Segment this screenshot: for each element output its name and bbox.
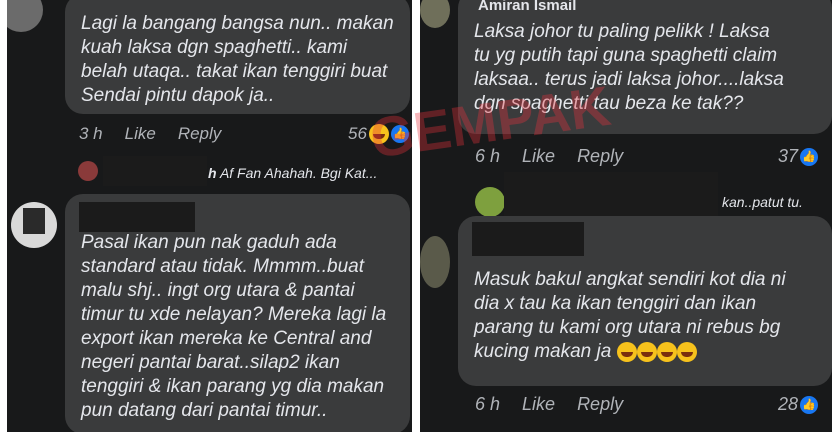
comment-line: laksaa.. terus jadi laksa johor....laksa: [474, 69, 784, 90]
right-screenshot-panel: Amiran Ismail Laksa johor tu paling peli…: [420, 0, 832, 432]
commenter-name[interactable]: Amiran Ismail: [478, 0, 576, 18]
comment-line: kuah laksa dgn spaghetti.. kami: [81, 37, 348, 58]
comment-bubble-laksa-spaghetti: Lagi la bangang bangsa nun.. makan kuah …: [65, 0, 410, 114]
reaction-number: 56: [348, 124, 367, 143]
redacted-name: [504, 172, 718, 216]
like-button[interactable]: Like: [522, 394, 555, 415]
comment-line: Lagi la bangang bangsa nun.. makan: [81, 13, 394, 34]
comment-line: kucing makan ja: [474, 340, 786, 364]
laughing-emoji-icon: [636, 341, 657, 362]
avatar[interactable]: [7, 0, 43, 32]
laughing-emoji-icon: [656, 341, 677, 362]
timestamp[interactable]: 3 h: [79, 124, 103, 144]
comment-line: tu yg putih tapi guna spaghetti claim: [474, 45, 778, 66]
avatar[interactable]: [11, 202, 57, 248]
laughing-emoji-icon: [616, 341, 637, 362]
avatar[interactable]: [475, 187, 505, 217]
comment-line: negeri pantai barat..silap2 ikan: [81, 352, 340, 373]
redacted-name: [472, 222, 584, 256]
comment-actions: 6 h Like Reply: [475, 146, 623, 167]
reply-button[interactable]: Reply: [577, 146, 623, 167]
reply-preview[interactable]: h Af Fan Ahahah. Bgi Kat...: [208, 165, 377, 181]
comment-bubble-laksa-johor: Amiran Ismail Laksa johor tu paling peli…: [458, 0, 832, 134]
comment-text: kucing makan ja: [474, 341, 612, 362]
redacted-name: [103, 156, 207, 186]
comment-line: parang tu kami org utara ni rebus bg: [474, 317, 781, 338]
reaction-count[interactable]: 56 👍: [348, 124, 409, 144]
comment-bubble-pasal-ikan: Pasal ikan pun nak gaduh ada standard at…: [65, 194, 410, 432]
comment-line: export ikan mereka ke Central and: [81, 328, 372, 349]
comment-bubble-masuk-bakul: Masuk bakul angkat sendiri kot dia ni di…: [458, 216, 832, 386]
timestamp[interactable]: 6 h: [475, 394, 500, 415]
reaction-count[interactable]: 28 👍: [778, 394, 819, 415]
reply-button[interactable]: Reply: [577, 394, 623, 415]
comment-line: tenggiri & ikan parang yg dia makan: [81, 376, 385, 397]
avatar[interactable]: [78, 161, 98, 181]
comment-line: Sendai pintu dapok ja..: [81, 85, 275, 106]
comment-line: Pasal ikan pun nak gaduh ada: [81, 232, 337, 253]
laughing-emoji-icon: [676, 341, 697, 362]
comment-line: timur tu xde nelayan? Mereka lagi la: [81, 304, 387, 325]
like-badge-icon: 👍: [390, 125, 409, 143]
like-badge-icon: 👍: [800, 147, 819, 166]
reaction-number: 37: [778, 146, 799, 166]
redacted-name: [79, 202, 195, 232]
laughing-emoji-icon: [368, 124, 389, 144]
comment-line: dgn spaghetti tau beza ke tak??: [474, 93, 744, 114]
like-button[interactable]: Like: [125, 124, 156, 144]
reply-text: Af Fan Ahahah. Bgi Kat...: [219, 165, 378, 181]
left-screenshot-panel: Lagi la bangang bangsa nun.. makan kuah …: [7, 0, 412, 432]
reaction-count[interactable]: 37 👍: [778, 146, 819, 167]
comment-line: Masuk bakul angkat sendiri kot dia ni: [474, 269, 786, 290]
like-badge-icon: 👍: [800, 395, 819, 414]
reply-preview[interactable]: kan..patut tu.: [722, 194, 803, 210]
comment-line: malu shj.. ingt org utara & pantai: [81, 280, 355, 301]
comment-line: pun datang dari pantai timur..: [81, 400, 328, 421]
avatar[interactable]: [420, 0, 450, 28]
like-button[interactable]: Like: [522, 146, 555, 167]
reply-button[interactable]: Reply: [178, 124, 221, 144]
comment-actions: 3 h Like Reply: [79, 124, 221, 144]
comment-line: belah utaqa.. takat ikan tenggiri buat: [81, 61, 388, 82]
comment-line: dia x tau ka ikan tenggiri dan ikan: [474, 293, 757, 314]
comment-line: standard atau tidak. Mmmm..buat: [81, 256, 365, 277]
comment-actions: 6 h Like Reply: [475, 394, 623, 415]
reply-prefix: h: [208, 165, 217, 181]
timestamp[interactable]: 6 h: [475, 146, 500, 167]
comment-line: Laksa johor tu paling pelikk ! Laksa: [474, 21, 770, 42]
avatar[interactable]: [420, 236, 450, 288]
reaction-number: 28: [778, 394, 799, 414]
